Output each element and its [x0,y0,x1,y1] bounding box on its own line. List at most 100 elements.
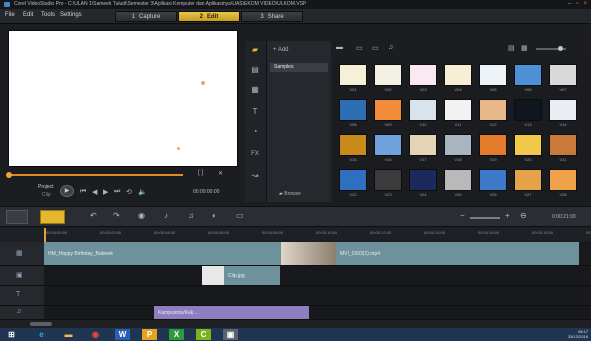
tab-capture[interactable]: 1 Capture [115,11,177,22]
undo-icon[interactable]: ↶ [90,211,97,220]
auto-music-icon[interactable]: ♫ [188,211,194,220]
scrubber-handle[interactable] [6,172,12,178]
transition-icon[interactable]: ▦ [249,85,261,95]
title-track[interactable] [44,286,591,306]
title-icon[interactable]: T [249,107,261,117]
tab-edit[interactable]: 2 Edit [178,11,240,22]
videostudio-icon[interactable]: ▣ [223,329,238,340]
split-clip-icon[interactable]: ✕ [218,170,223,177]
browse-button[interactable]: ▰ Browse [279,191,301,197]
zoom-in-icon[interactable]: + [505,211,510,220]
thumbnail-size-handle[interactable] [558,46,563,51]
end-icon[interactable]: ⏭ [114,188,120,196]
storyboard-view-button[interactable] [6,210,28,224]
motion-tracking-icon[interactable]: ◐ [212,211,217,220]
start-button[interactable]: ⊞ [4,329,19,340]
record-icon[interactable]: ◉ [138,211,145,220]
video-track[interactable]: HM_Happy Birthday_Bakwek MVI_0393(1).mp4 [44,242,591,266]
next-frame-icon[interactable]: ▶ [103,188,108,196]
filter-icon[interactable]: FX [249,149,261,159]
library-thumbnail[interactable] [549,169,577,191]
media-icon[interactable]: ▰ [249,45,261,55]
system-clock[interactable]: 08:17 25/12/2016 [568,329,588,339]
library-thumbnail[interactable] [444,134,472,156]
library-thumbnail[interactable] [339,64,367,86]
music-track[interactable]: Kampusmu/Kak... [44,306,591,320]
home-icon[interactable]: ⏮ [80,188,86,196]
redo-icon[interactable]: ↷ [113,211,120,220]
repeat-icon[interactable]: ⟲ [126,188,132,196]
scrubber[interactable]: [ ] ✕ [6,170,238,178]
library-thumbnail[interactable] [374,99,402,121]
timeline-scrollbar[interactable] [0,320,591,328]
library-thumbnail[interactable] [479,169,507,191]
library-thumbnail[interactable] [444,64,472,86]
show-photos-icon[interactable]: ▭ [372,44,379,52]
project-mode-label[interactable]: Project [38,184,54,190]
chrome-icon[interactable]: ◉ [88,329,103,340]
folder-samples[interactable]: Samples [270,63,328,72]
mark-in-icon[interactable]: [ ] [198,170,203,176]
title-clip[interactable]: Kampusmu/Kak... [154,306,309,319]
library-thumbnail[interactable] [549,134,577,156]
library-thumbnail[interactable] [374,169,402,191]
video-track-header[interactable]: ▦ [0,242,44,266]
show-audio-icon[interactable]: ♫ [388,44,393,51]
media-app-icon[interactable]: P [142,329,157,340]
graphic-icon[interactable]: ◔ [249,127,261,137]
scrollbar-thumb[interactable] [30,322,52,326]
music-track-header[interactable]: ♫ [0,306,44,320]
subtitle-icon[interactable]: ▭ [236,211,244,220]
clip-mode-label[interactable]: Clip [42,192,51,198]
library-thumbnail[interactable] [444,99,472,121]
mixer-icon[interactable]: ♪ [164,211,168,220]
library-thumbnail[interactable] [514,99,542,121]
volume-icon[interactable]: 🔈 [138,188,147,196]
show-videos-icon[interactable]: ▭ [356,44,363,52]
library-thumbnail[interactable] [514,64,542,86]
word-icon[interactable]: W [115,329,130,340]
overlay-clip-thumb[interactable] [202,266,224,285]
add-folder-button[interactable]: + Add [273,47,289,53]
library-thumbnail[interactable] [409,169,437,191]
overlay-clip[interactable]: Clip.jpg [224,266,280,285]
library-thumbnail[interactable] [514,169,542,191]
menu-file[interactable]: File [5,12,15,18]
video-clip-birthday[interactable]: HM_Happy Birthday_Bakwek [44,242,281,265]
library-thumbnail[interactable] [339,134,367,156]
library-thumbnail[interactable] [549,64,577,86]
library-thumbnail[interactable] [409,64,437,86]
fit-project-icon[interactable]: ⊖ [520,211,527,220]
preview-window[interactable] [8,30,238,167]
timeline-view-button[interactable] [40,210,65,224]
library-thumbnail[interactable] [339,99,367,121]
excel-icon[interactable]: X [169,329,184,340]
library-thumbnail[interactable] [444,169,472,191]
library-thumbnail[interactable] [339,169,367,191]
thumbnail-view-icon[interactable]: ▦ [521,44,528,52]
explorer-icon[interactable]: ▬ [61,329,76,340]
corel-icon[interactable]: C [196,329,211,340]
video-clip-mvi[interactable]: MVI_0393(1).mp4 [336,242,579,265]
library-thumbnail[interactable] [514,134,542,156]
library-thumbnail[interactable] [374,64,402,86]
maximize-button[interactable]: ▫ [576,0,578,9]
timeline-ruler[interactable]: 00:00:00:00 00:00:02:00 00:00:04:00 00:00:0… [0,228,591,241]
menu-settings[interactable]: Settings [60,12,82,18]
tab-share[interactable]: 3 Share [241,11,303,22]
library-thumbnail[interactable] [479,99,507,121]
library-thumbnail[interactable] [479,64,507,86]
library-thumbnail[interactable] [374,134,402,156]
timecode[interactable]: 00:00:00:00 [193,189,219,195]
list-view-icon[interactable]: ▤ [508,44,515,52]
video-clip-thumb[interactable] [281,242,336,265]
folder-icon[interactable]: ▬ [336,44,343,51]
minimize-button[interactable]: – [568,0,571,9]
zoom-out-icon[interactable]: − [460,211,465,220]
instant-project-icon[interactable]: ▤ [249,65,261,75]
overlay-track[interactable]: Clip.jpg [44,266,591,286]
library-thumbnail[interactable] [479,134,507,156]
play-button[interactable]: ▶ [60,185,74,197]
library-thumbnail[interactable] [409,99,437,121]
zoom-slider[interactable] [470,217,500,219]
